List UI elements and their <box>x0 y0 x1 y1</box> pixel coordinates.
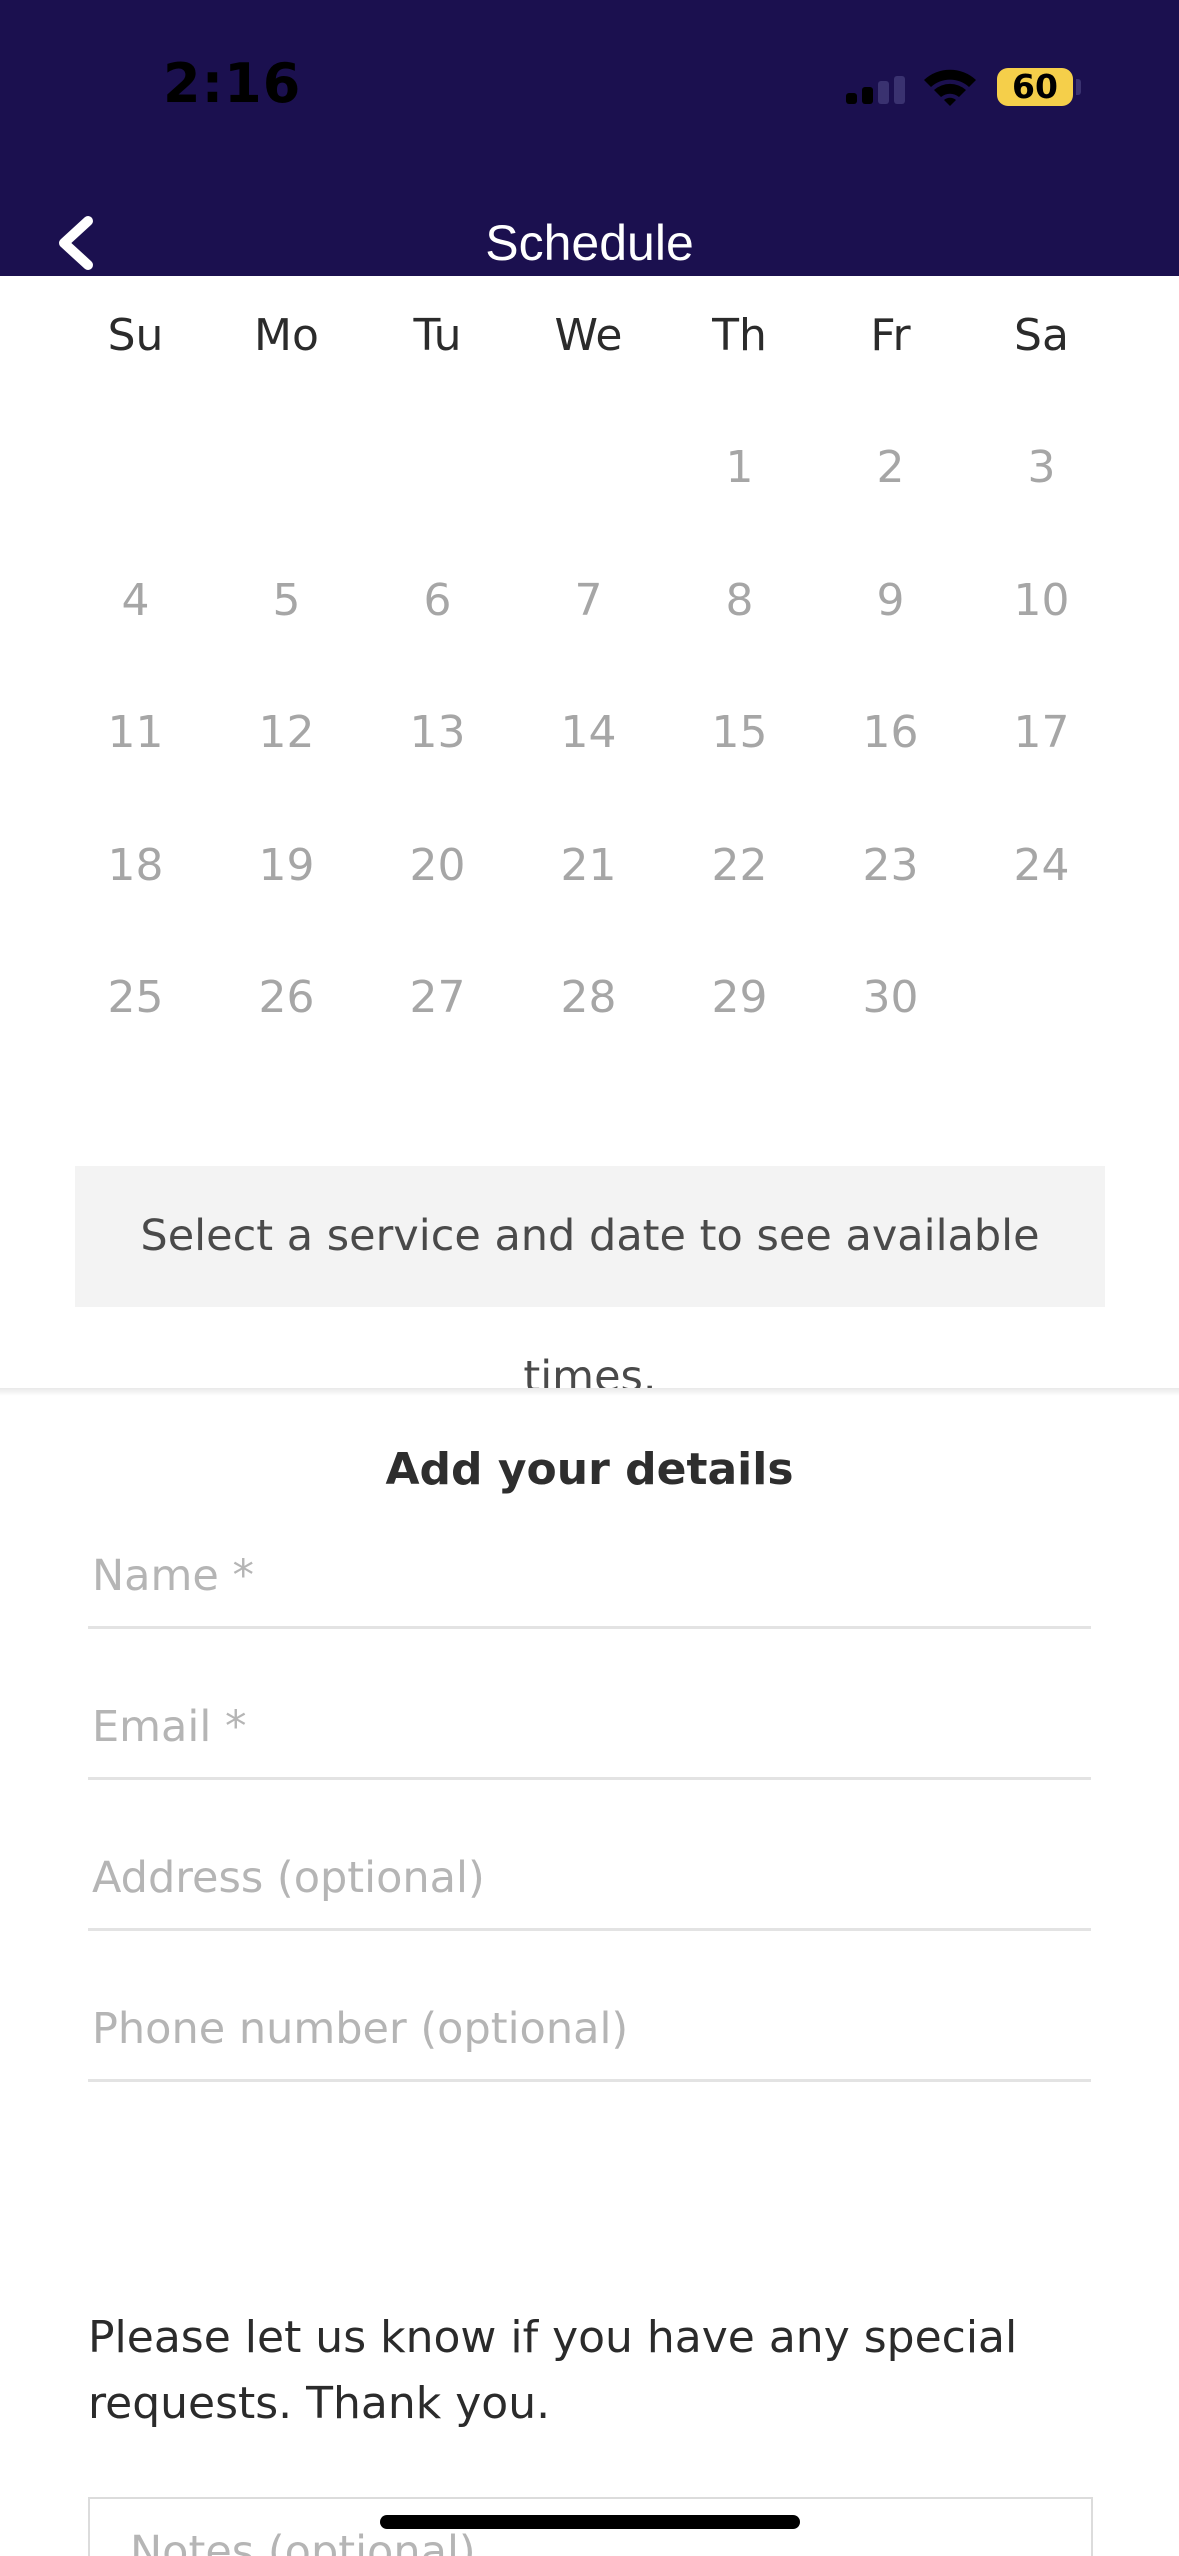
battery-cap <box>1076 79 1081 95</box>
calendar-day <box>60 440 211 573</box>
cellular-signal-icon <box>846 76 906 104</box>
calendar-day[interactable]: 22 <box>664 838 815 971</box>
calendar-day[interactable]: 17 <box>966 705 1117 838</box>
details-heading: Add your details <box>385 1444 794 1495</box>
header-bar: 2:16 60 Schedule <box>0 0 1179 276</box>
calendar-day[interactable]: 7 <box>513 573 664 706</box>
calendar-day[interactable]: 11 <box>60 705 211 838</box>
special-requests-text: Please let us know if you have any speci… <box>88 2312 1018 2429</box>
calendar-day[interactable]: 8 <box>664 573 815 706</box>
weekday-label: Mo <box>254 310 319 361</box>
calendar-day[interactable]: 27 <box>362 970 513 1103</box>
calendar-day[interactable]: 1 <box>664 440 815 573</box>
calendar-day[interactable]: 13 <box>362 705 513 838</box>
calendar-day[interactable]: 23 <box>815 838 966 971</box>
calendar-day[interactable]: 15 <box>664 705 815 838</box>
address-field <box>88 1828 1091 1931</box>
name-field <box>88 1526 1091 1629</box>
calendar-day <box>513 440 664 573</box>
address-input[interactable] <box>92 1838 1082 1918</box>
calendar-day[interactable]: 14 <box>513 705 664 838</box>
calendar-day[interactable]: 12 <box>211 705 362 838</box>
weekday-label: Tu <box>413 310 462 361</box>
calendar-day[interactable]: 26 <box>211 970 362 1103</box>
wifi-icon <box>924 69 976 106</box>
calendar-day[interactable]: 9 <box>815 573 966 706</box>
weekday-label: Sa <box>1014 310 1069 361</box>
calendar-day[interactable]: 4 <box>60 573 211 706</box>
availability-notice: Select a service and date to see availab… <box>75 1166 1105 1402</box>
calendar-weekday-row: Su Mo Tu We Th Fr Sa <box>60 310 1117 361</box>
weekday-label: Fr <box>870 310 911 361</box>
home-indicator <box>380 2515 800 2529</box>
notes-input[interactable] <box>130 2527 1060 2556</box>
calendar-day <box>362 440 513 573</box>
calendar-day[interactable]: 30 <box>815 970 966 1103</box>
calendar-day[interactable]: 28 <box>513 970 664 1103</box>
calendar-day[interactable]: 21 <box>513 838 664 971</box>
calendar-day[interactable]: 10 <box>966 573 1117 706</box>
calendar-day[interactable]: 6 <box>362 573 513 706</box>
page-title: Schedule <box>485 215 694 271</box>
calendar-day[interactable]: 3 <box>966 440 1117 573</box>
weekday-label: Su <box>107 310 164 361</box>
weekday-label: Th <box>712 310 767 361</box>
calendar-day <box>966 970 1117 1103</box>
email-field <box>88 1677 1091 1780</box>
weekday-label: We <box>554 310 623 361</box>
calendar-day[interactable]: 18 <box>60 838 211 971</box>
calendar-day[interactable]: 24 <box>966 838 1117 971</box>
section-divider <box>0 1388 1179 1396</box>
calendar-day[interactable]: 25 <box>60 970 211 1103</box>
calendar-day[interactable]: 19 <box>211 838 362 971</box>
phone-input[interactable] <box>92 1989 1082 2069</box>
status-time: 2:16 <box>163 52 302 115</box>
calendar-day[interactable]: 16 <box>815 705 966 838</box>
phone-field <box>88 1979 1091 2082</box>
calendar-day[interactable]: 29 <box>664 970 815 1103</box>
calendar-day[interactable]: 20 <box>362 838 513 971</box>
schedule-screen: 2:16 60 Schedule Su Mo Tu We Th Fr Sa 1 … <box>0 0 1179 2556</box>
battery-icon: 60 <box>997 68 1073 106</box>
name-input[interactable] <box>92 1536 1082 1616</box>
email-input[interactable] <box>92 1687 1082 1767</box>
calendar-days-grid: 1 2 3 4 5 6 7 8 9 10 11 12 13 14 15 16 1… <box>60 440 1117 1103</box>
calendar-day <box>211 440 362 573</box>
calendar-day[interactable]: 2 <box>815 440 966 573</box>
calendar-day[interactable]: 5 <box>211 573 362 706</box>
